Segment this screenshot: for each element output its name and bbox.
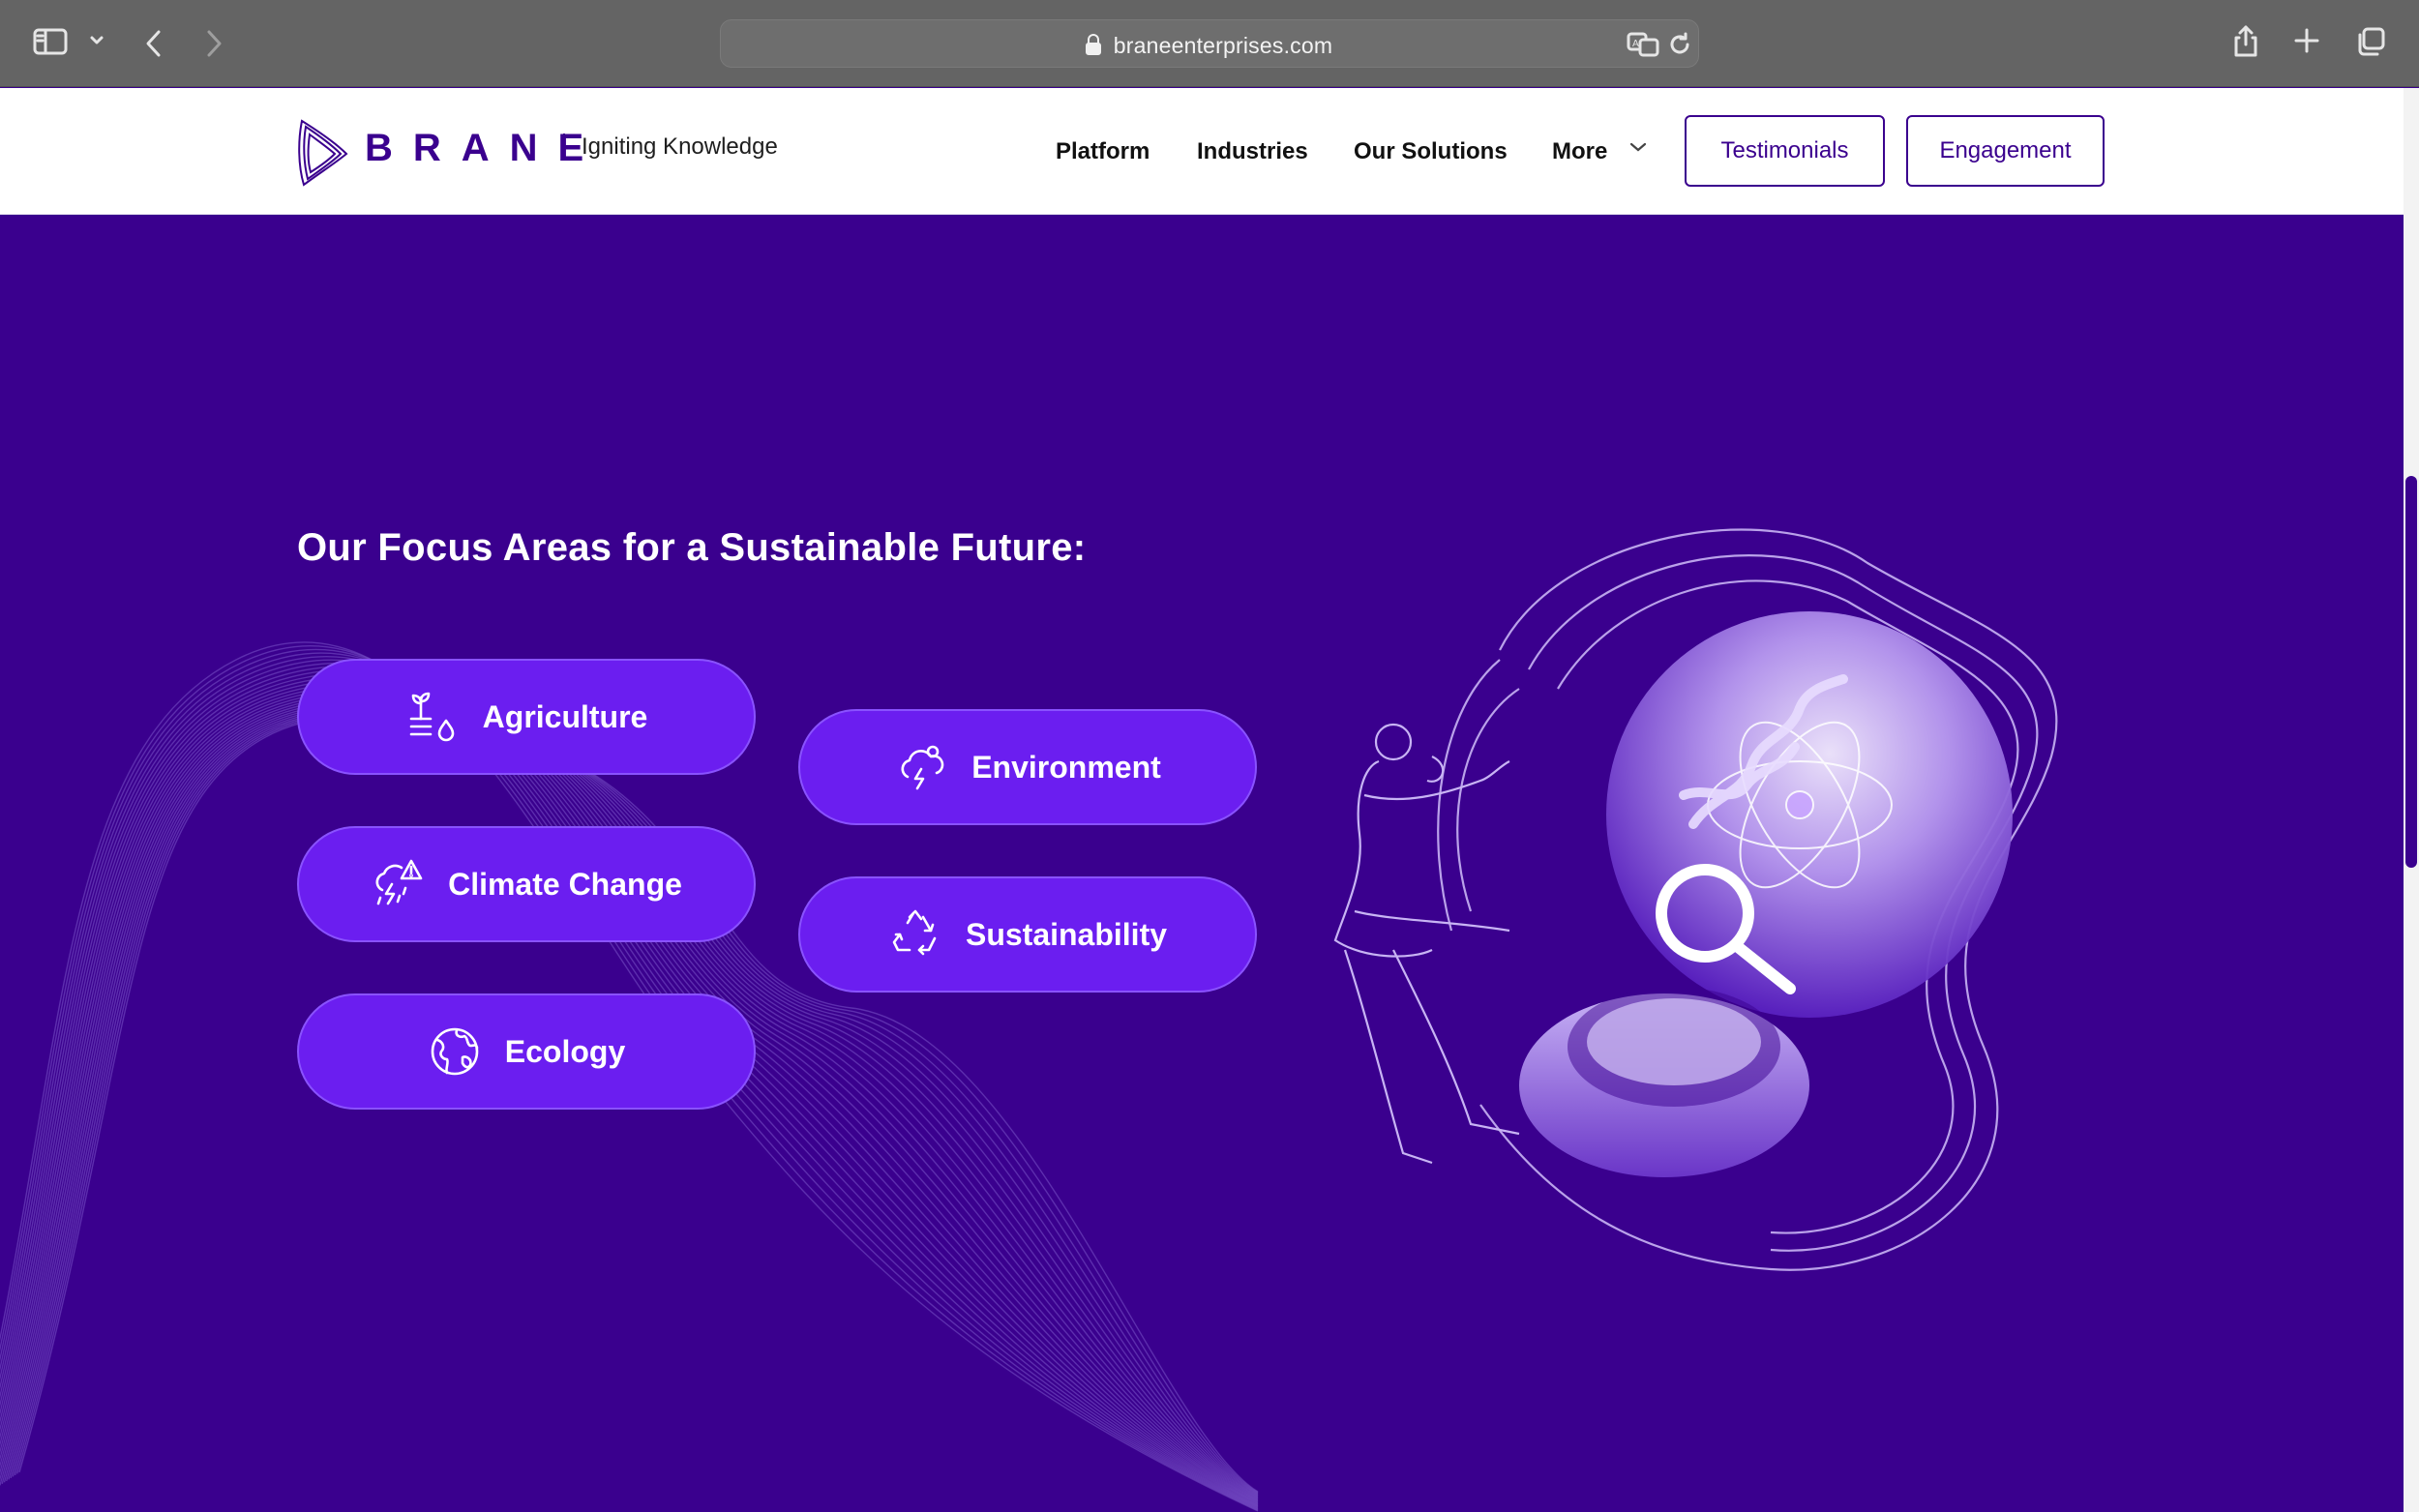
focus-area-climate-change[interactable]: Climate Change — [297, 826, 756, 942]
focus-area-ecology[interactable]: Ecology — [297, 993, 756, 1110]
nav-platform[interactable]: Platform — [1056, 138, 1150, 165]
chevron-down-icon[interactable] — [1628, 140, 1648, 159]
focus-area-label: Agriculture — [482, 698, 648, 734]
back-icon[interactable] — [143, 28, 164, 59]
focus-area-label: Sustainability — [965, 916, 1168, 952]
focus-area-environment[interactable]: Environment — [798, 709, 1257, 825]
svg-text:A: A — [1632, 39, 1639, 49]
brane-logo-icon[interactable] — [296, 117, 350, 193]
person-figure — [1333, 723, 1520, 1165]
storm-warning-icon — [371, 857, 425, 911]
plant-water-icon — [405, 690, 460, 744]
testimonials-button[interactable]: Testimonials — [1685, 115, 1885, 187]
new-tab-icon[interactable] — [2293, 27, 2320, 54]
focus-area-agriculture[interactable]: Agriculture — [297, 659, 756, 775]
section-heading: Our Focus Areas for a Sustainable Future… — [297, 526, 1087, 569]
tab-overview-icon[interactable] — [2355, 26, 2386, 57]
url-text: braneenterprises.com — [1113, 33, 1333, 58]
brand-tagline: Igniting Knowledge — [582, 133, 778, 160]
sidebar-toggle-icon[interactable] — [33, 27, 68, 56]
focus-area-label: Environment — [971, 749, 1161, 785]
nav-more[interactable]: More — [1552, 138, 1607, 165]
chevron-down-icon[interactable] — [89, 35, 105, 46]
focus-areas-section: Our Focus Areas for a Sustainable Future… — [0, 215, 2404, 1512]
focus-area-label: Ecology — [504, 1033, 626, 1069]
cloud-storm-icon — [894, 740, 948, 794]
logo-divider — [563, 133, 565, 161]
nav-our-solutions[interactable]: Our Solutions — [1354, 138, 1508, 165]
reload-icon[interactable] — [1667, 32, 1692, 62]
site-header: BRANE Igniting Knowledge Platform Indust… — [0, 88, 2404, 215]
globe-icon — [428, 1024, 482, 1079]
science-illustration — [1333, 528, 2058, 1271]
forward-icon[interactable] — [203, 28, 224, 59]
engagement-button[interactable]: Engagement — [1906, 115, 2105, 187]
address-bar[interactable]: braneenterprises.com A — [720, 19, 1699, 68]
scrollbar-thumb[interactable] — [2405, 476, 2417, 868]
browser-toolbar: braneenterprises.com A — [0, 0, 2419, 87]
focus-area-label: Climate Change — [448, 866, 682, 902]
focus-area-sustainability[interactable]: Sustainability — [798, 876, 1257, 993]
share-icon[interactable] — [2231, 23, 2260, 58]
brand-wordmark[interactable]: BRANE — [365, 127, 604, 170]
translate-icon[interactable]: A — [1627, 32, 1659, 62]
nav-industries[interactable]: Industries — [1197, 138, 1308, 165]
recycle-icon — [888, 907, 942, 962]
